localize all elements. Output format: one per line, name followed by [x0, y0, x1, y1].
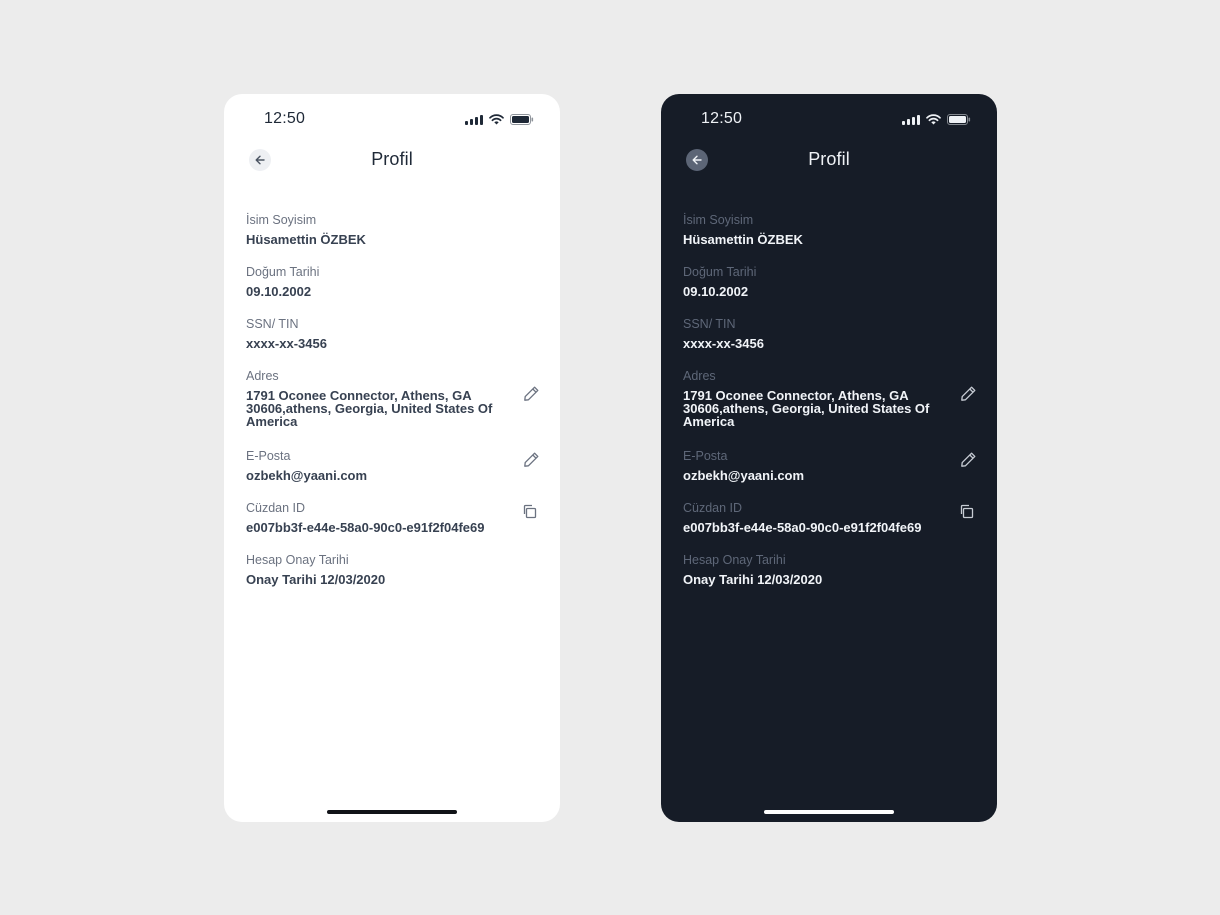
page-title: Profil: [371, 149, 413, 169]
battery-icon: [947, 114, 971, 125]
field-approval-date: Hesap Onay Tarihi Onay Tarihi 12/03/2020: [246, 552, 542, 586]
field-address: Adres 1791 Oconee Connector, Athens, GA …: [246, 368, 542, 428]
page-title: Profil: [808, 149, 850, 169]
field-label: Cüzdan ID: [246, 501, 306, 515]
signal-icon: [465, 114, 483, 125]
field-birth-date: Doğum Tarihi 09.10.2002: [683, 264, 979, 298]
field-value: xxxx-xx-3456: [246, 336, 327, 351]
field-birth-date: Doğum Tarihi 09.10.2002: [246, 264, 542, 298]
field-value: ozbekh@yaani.com: [246, 468, 368, 483]
field-value: e007bb3f-e44e-58a0-90c0-e91f2f04fe69: [683, 520, 922, 535]
field-address: Adres 1791 Oconee Connector, Athens, GA …: [683, 368, 979, 428]
field-email: E-Posta ozbekh@yaani.com: [246, 448, 542, 482]
nav-header: Profil: [224, 146, 560, 174]
field-value: 09.10.2002: [246, 284, 312, 299]
field-label: E-Posta: [246, 449, 291, 463]
field-value: Hüsamettin ÖZBEK: [246, 232, 366, 247]
edit-email-button[interactable]: [957, 448, 979, 470]
field-ssn-tin: SSN/ TIN xxxx-xx-3456: [246, 316, 542, 350]
status-bar: 12:50: [224, 108, 560, 130]
field-label: Hesap Onay Tarihi: [683, 553, 786, 567]
profile-screen-light: 12:50 Profil İsim Soyisim Hüsamettin ÖZB…: [224, 94, 560, 822]
field-full-name: İsim Soyisim Hüsamettin ÖZBEK: [683, 212, 979, 246]
copy-wallet-id-button[interactable]: [955, 500, 977, 522]
field-label: İsim Soyisim: [683, 213, 754, 227]
home-indicator: [327, 810, 457, 814]
status-time: 12:50: [701, 110, 743, 127]
field-label: Doğum Tarihi: [683, 265, 757, 279]
status-time: 12:50: [264, 110, 306, 127]
edit-email-button[interactable]: [520, 448, 542, 470]
field-label: Adres: [246, 369, 279, 383]
field-full-name: İsim Soyisim Hüsamettin ÖZBEK: [246, 212, 542, 246]
copy-icon: [521, 503, 538, 520]
field-label: E-Posta: [683, 449, 728, 463]
edit-icon: [960, 385, 977, 402]
edit-icon: [523, 451, 540, 468]
nav-header: Profil: [661, 146, 997, 174]
field-label: SSN/ TIN: [683, 317, 736, 331]
field-label: Cüzdan ID: [683, 501, 743, 515]
wifi-icon: [489, 114, 504, 125]
edit-address-button[interactable]: [957, 382, 979, 404]
field-wallet-id: Cüzdan ID e007bb3f-e44e-58a0-90c0-e91f2f…: [683, 500, 979, 534]
field-approval-date: Hesap Onay Tarihi Onay Tarihi 12/03/2020: [683, 552, 979, 586]
field-value: Onay Tarihi 12/03/2020: [246, 572, 386, 587]
profile-fields: İsim Soyisim Hüsamettin ÖZBEK Doğum Tari…: [246, 212, 542, 604]
field-value: ozbekh@yaani.com: [683, 468, 805, 483]
copy-wallet-id-button[interactable]: [518, 500, 540, 522]
battery-icon: [510, 114, 534, 125]
field-label: İsim Soyisim: [246, 213, 317, 227]
profile-screen-dark: 12:50 Profil İsim Soyisim Hüsamettin ÖZB…: [661, 94, 997, 822]
field-label: Hesap Onay Tarihi: [246, 553, 349, 567]
wifi-icon: [926, 114, 941, 125]
field-value: 1791 Oconee Connector, Athens, GA 30606,…: [683, 388, 930, 429]
edit-icon: [523, 385, 540, 402]
field-value: Onay Tarihi 12/03/2020: [683, 572, 823, 587]
copy-icon: [958, 503, 975, 520]
field-value: e007bb3f-e44e-58a0-90c0-e91f2f04fe69: [246, 520, 485, 535]
field-label: SSN/ TIN: [246, 317, 299, 331]
home-indicator: [764, 810, 894, 814]
status-icons: [465, 114, 534, 125]
field-value: Hüsamettin ÖZBEK: [683, 232, 803, 247]
field-label: Doğum Tarihi: [246, 265, 320, 279]
field-value: xxxx-xx-3456: [683, 336, 764, 351]
status-icons: [902, 114, 971, 125]
signal-icon: [902, 114, 920, 125]
field-value: 09.10.2002: [683, 284, 749, 299]
edit-address-button[interactable]: [520, 382, 542, 404]
field-wallet-id: Cüzdan ID e007bb3f-e44e-58a0-90c0-e91f2f…: [246, 500, 542, 534]
field-email: E-Posta ozbekh@yaani.com: [683, 448, 979, 482]
status-bar: 12:50: [661, 108, 997, 130]
field-ssn-tin: SSN/ TIN xxxx-xx-3456: [683, 316, 979, 350]
edit-icon: [960, 451, 977, 468]
profile-fields: İsim Soyisim Hüsamettin ÖZBEK Doğum Tari…: [683, 212, 979, 604]
field-label: Adres: [683, 369, 716, 383]
field-value: 1791 Oconee Connector, Athens, GA 30606,…: [246, 388, 493, 429]
